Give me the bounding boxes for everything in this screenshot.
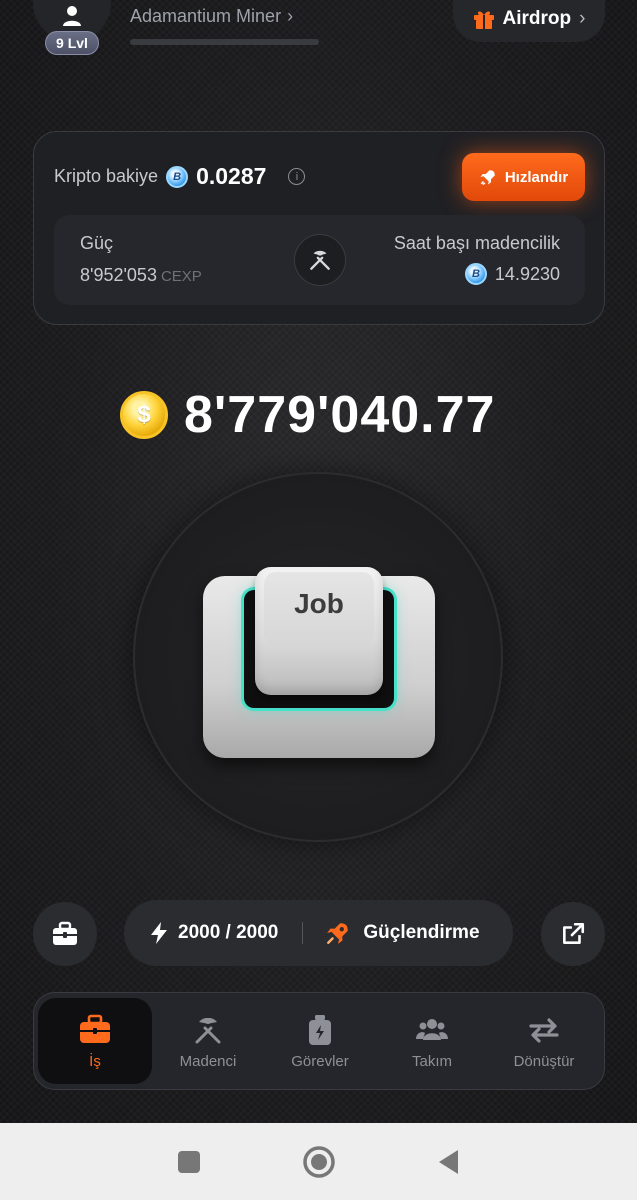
nav-label: Takım [411,1052,452,1070]
convert-icon [529,1017,559,1043]
boost-link[interactable]: Güçlendirme [325,920,480,946]
external-link-icon [563,922,585,944]
bottom-nav: İş Madenci Görevler Takım Dönüştür [33,992,605,1090]
recents-icon[interactable] [176,1149,202,1175]
user-icon [63,6,81,26]
energy-value: 2000 / 2000 [178,922,279,943]
coin-balance-value: 8'779'040.77 [184,386,496,444]
bitcoin-coin-icon: B [464,263,487,285]
level-badge: 9 Lvl [45,31,99,55]
info-icon[interactable]: i [288,168,306,185]
briefcase-button[interactable] [33,902,97,966]
lightning-icon [151,922,167,944]
hourly-mining-label: Saat başı madencilik [393,233,560,253]
home-icon[interactable] [302,1145,336,1179]
boost-button[interactable]: Hızlandır [462,153,585,201]
power-value-row: 8'952'053 CEXP [80,265,202,286]
chevron-right-icon: › [287,6,294,26]
airdrop-button[interactable]: Airdrop › [453,0,605,42]
dollar-coin-icon: $ [120,391,168,439]
rocket-icon [480,170,495,186]
hourly-mining-row: B 14.9230 [464,263,560,285]
rank-label: Adamantium Miner [130,6,282,26]
nav-item-donustur[interactable]: Dönüştür [488,998,600,1084]
profile[interactable]: 9 Lvl [33,0,111,58]
pickaxe-icon [195,1017,221,1043]
power-value: 8'952'053 [80,265,157,285]
rocket-icon [327,923,349,944]
chevron-right-icon: › [579,8,586,29]
balance-card: Kripto bakiye B 0.0287 i Hızlandır Güç 8… [33,131,605,325]
back-icon[interactable] [436,1148,462,1176]
crypto-balance-value: 0.0287 [196,163,267,189]
nav-label: Dönüştür [513,1052,575,1070]
nav-item-gorevler[interactable]: Görevler [264,998,376,1084]
hourly-mining-value: 14.9230 [494,263,560,284]
briefcase-icon [53,921,77,945]
energy-bar: 2000 / 2000 Güçlendirme [124,900,513,966]
boost-label: Hızlandır [504,168,569,186]
crypto-balance-row: Kripto bakiye B 0.0287 i [54,163,306,190]
divider [302,922,304,944]
nav-label: İş [89,1052,101,1070]
mining-icon-circle [294,234,346,286]
nav-item-is[interactable]: İş [38,998,152,1084]
airdrop-label: Airdrop [502,8,572,29]
nav-label: Görevler [291,1052,349,1070]
share-button[interactable] [541,902,605,966]
boost-link-label: Güçlendirme [363,922,480,943]
rank-progress-bar [130,39,319,45]
bitcoin-coin-icon: B [166,165,189,188]
nav-item-takim[interactable]: Takım [376,998,488,1084]
power-unit: CEXP [160,268,202,285]
nav-label: Madenci [179,1052,237,1070]
crypto-balance-label: Kripto bakiye [54,166,159,186]
power-label: Güç [80,233,114,253]
rank-link[interactable]: Adamantium Miner › [130,6,293,27]
team-icon [416,1018,448,1040]
nav-item-madenci[interactable]: Madenci [152,998,264,1084]
tasks-icon [309,1014,331,1045]
job-key-label: Job [294,588,344,619]
system-nav-bar [0,1123,637,1200]
gift-icon [473,11,494,29]
pickaxe-icon [310,250,330,270]
coin-balance: $ 8'779'040.77 [120,385,495,445]
briefcase-icon [80,1014,110,1043]
mining-stats: Güç 8'952'053 CEXP Saat başı madencilik B… [54,215,585,305]
